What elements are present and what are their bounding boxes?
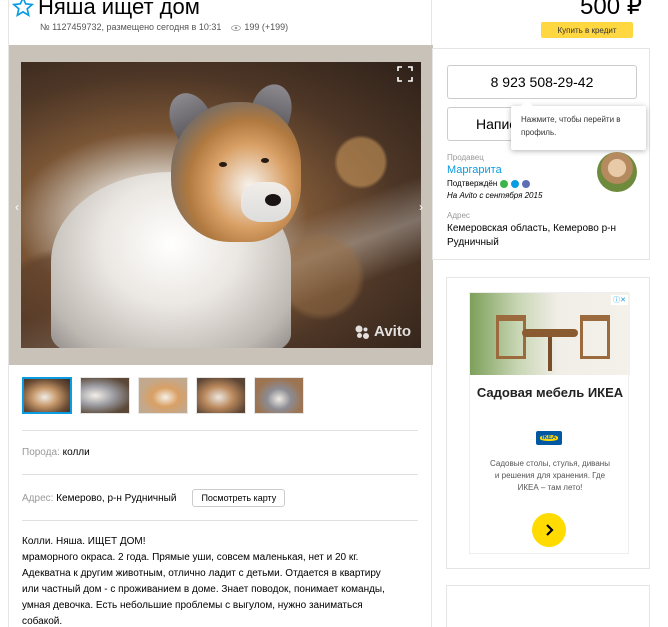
divider [22,520,418,521]
breed-label: Порода: [22,447,60,458]
prev-photo-arrow[interactable]: ‹ [15,200,19,214]
description-line: или частный дом - с проживанием в доме. … [22,584,385,595]
buy-on-credit-button[interactable]: Купить в кредит [541,22,633,38]
favorite-star-icon[interactable] [12,0,34,18]
dog-head [171,102,301,242]
phone-verified-icon [500,179,509,188]
fullscreen-icon[interactable] [397,66,413,82]
description-line: мраморного окраса. 2 года. Прямые уши, с… [22,552,359,563]
breed-value: колли [62,447,90,458]
address-property: Адрес: Кемерово, р-н Рудничный Посмотрет… [22,489,286,507]
profile-tooltip: Нажмите, чтобы перейти в профиль. [511,100,646,150]
ad-title: Садовая мебель ИКЕА [476,385,624,400]
avito-logo-icon [355,325,370,339]
thumbnail[interactable] [80,377,130,414]
phone-button[interactable]: 8 923 508-29-42 [447,65,637,99]
description-line: Адекватна к другим животным, отлично лад… [22,568,381,579]
view-map-button[interactable]: Посмотреть карту [192,489,286,507]
secondary-card [446,585,650,627]
seller-avatar[interactable] [597,152,637,192]
contact-card: 8 923 508-29-42 Написать Нажмите, чтобы … [432,48,650,260]
divider [22,474,418,475]
address-value: Кемерово, р-н Рудничный [56,492,177,504]
verified-row: Подтверждён [447,179,531,188]
dog-nose [265,194,281,206]
ad-card: ⓘ✕ Садовая мебель ИКЕА IKEA Садовые стол… [446,277,650,569]
description: Колли. Няша. ИЩЕТ ДОМ! мраморного окраса… [22,534,418,627]
ad-choices-icon[interactable]: ⓘ✕ [611,295,628,305]
chair-shape [496,315,526,359]
photo-gallery: Avito ‹ › [9,45,433,365]
ikea-ad[interactable]: ⓘ✕ Садовая мебель ИКЕА IKEA Садовые стол… [469,292,630,554]
next-photo-arrow[interactable]: › [419,200,423,214]
views-count: 199 (+199) [244,22,289,32]
views-counter: 199 (+199) [231,22,288,32]
seller-name-link[interactable]: Маргарита [447,164,502,176]
contact-address-value: Кемеровская область, Кемерово р-н Руднич… [447,223,616,248]
thumbnail[interactable] [196,377,246,414]
seller-label: Продавец [447,153,484,162]
table-shape [522,329,578,337]
chair-shape [580,315,610,359]
thumbnail-strip [22,377,304,414]
divider [22,430,418,431]
listing-page: Няша ищет дом № 1127459732, размещено се… [0,0,668,627]
listing-number-date: № 1127459732, размещено сегодня в 10:31 [40,22,222,32]
eye-icon [231,24,242,31]
price: 500 ₽ [580,0,642,20]
breed-property: Порода: колли [22,447,90,458]
title-row: Няша ищет дом [12,0,200,20]
member-since: На Avito с сентября 2015 [447,191,543,200]
listing-title: Няша ищет дом [38,0,200,19]
description-line: собакой. [22,616,63,627]
dog-eye [261,158,269,163]
ad-next-button[interactable] [532,513,566,547]
main-photo[interactable]: Avito [21,62,421,348]
ikea-logo: IKEA [536,431,562,445]
address-label: Адрес: [22,492,54,504]
verified-label: Подтверждён [447,179,498,188]
thumbnail[interactable] [254,377,304,414]
ad-image: ⓘ✕ [470,293,630,375]
social-verified-icon [522,179,531,188]
dog-eye [219,162,227,167]
chevron-right-icon [546,524,554,536]
thumbnail[interactable] [22,377,72,414]
avito-watermark: Avito [354,323,411,340]
table-leg-shape [548,337,552,371]
listing-meta: № 1127459732, размещено сегодня в 10:31 … [40,22,288,32]
thumbnail[interactable] [138,377,188,414]
description-line: умная девочка. Есть небольшие проблемы с… [22,600,363,611]
ad-text: Садовые столы, стулья, диваны и решения … [490,459,610,492]
ikea-logo-text: IKEA [539,435,559,441]
contact-address-label: Адрес [447,211,470,220]
email-verified-icon [511,179,520,188]
description-line: Колли. Няша. ИЩЕТ ДОМ! [22,536,146,547]
watermark-text: Avito [374,323,411,340]
